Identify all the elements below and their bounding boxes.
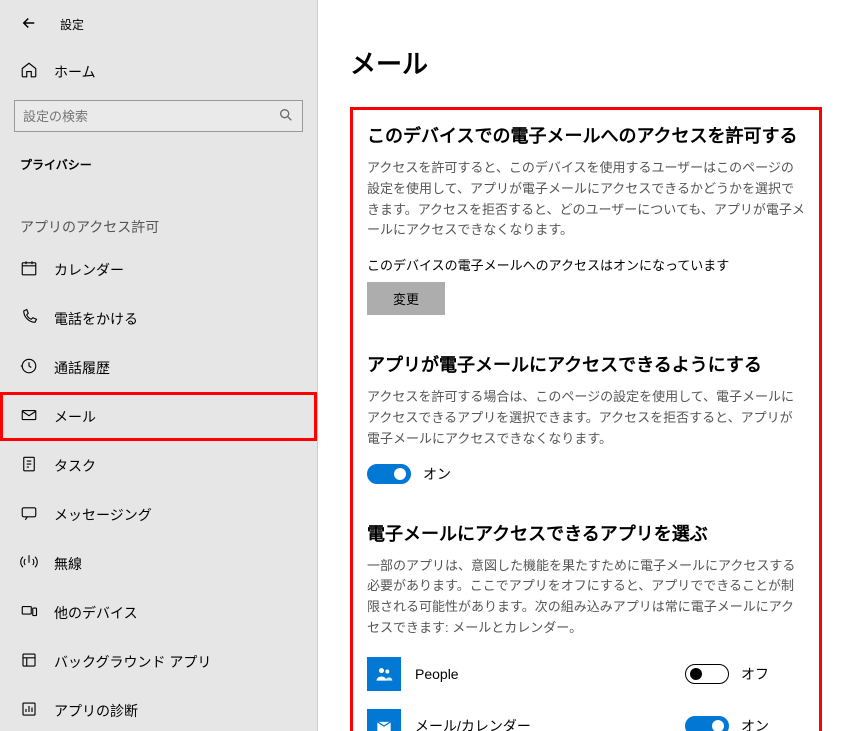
sidebar-item-messaging[interactable]: メッセージング xyxy=(0,490,317,539)
window-title: 設定 xyxy=(60,16,84,33)
home-icon xyxy=(20,61,38,82)
page-title: メール xyxy=(350,44,822,81)
phone-icon xyxy=(20,308,38,329)
nav-label: 電話をかける xyxy=(54,309,138,329)
sidebar-item-tasks[interactable]: タスク xyxy=(0,441,317,490)
sidebar-item-callhistory[interactable]: 通話履歴 xyxy=(0,343,317,392)
mail-icon xyxy=(20,406,38,427)
tasks-icon xyxy=(20,455,38,476)
group3-heading: 電子メールにアクセスできるアプリを選ぶ xyxy=(367,520,805,546)
people-toggle-label: オフ xyxy=(741,664,769,684)
diagnostics-icon xyxy=(20,700,38,721)
history-icon xyxy=(20,357,38,378)
change-button[interactable]: 変更 xyxy=(367,282,445,315)
background-icon xyxy=(20,651,38,672)
nav-label: 他のデバイス xyxy=(54,603,138,623)
people-icon xyxy=(367,657,401,691)
sidebar-item-background[interactable]: バックグラウンド アプリ xyxy=(0,637,317,686)
app-row-people: People オフ xyxy=(367,657,805,691)
nav-label: カレンダー xyxy=(54,260,124,280)
nav-label: 無線 xyxy=(54,554,82,574)
app-name-mailcal: メール/カレンダー xyxy=(415,716,685,731)
group1-status: このデバイスの電子メールへのアクセスはオンになっています xyxy=(367,255,805,274)
sidebar: 設定 ホーム プライバシー アプリのアクセス許可 カレンダー 電話をかける 通話… xyxy=(0,0,318,731)
nav-label: 通話履歴 xyxy=(54,358,110,378)
radio-icon xyxy=(20,553,38,574)
group3-body: 一部のアプリは、意図した機能を果たすために電子メールにアクセスする必要があります… xyxy=(367,556,805,639)
sidebar-item-mail[interactable]: メール xyxy=(0,392,317,441)
back-icon[interactable] xyxy=(20,14,38,35)
mailcal-toggle[interactable] xyxy=(685,716,729,731)
people-toggle[interactable] xyxy=(685,664,729,684)
sidebar-item-otherdevices[interactable]: 他のデバイス xyxy=(0,588,317,637)
sidebar-item-radio[interactable]: 無線 xyxy=(0,539,317,588)
app-row-mailcal: メール/カレンダー オン xyxy=(367,709,805,731)
nav-label: アプリの診断 xyxy=(54,701,138,721)
search-input[interactable] xyxy=(23,109,278,124)
nav-label: タスク xyxy=(54,456,96,476)
group-choose-apps: 電子メールにアクセスできるアプリを選ぶ 一部のアプリは、意図した機能を果たすため… xyxy=(367,520,805,731)
search-input-wrap[interactable] xyxy=(14,100,303,132)
sidebar-item-home[interactable]: ホーム xyxy=(0,49,317,94)
group-device-access: このデバイスでの電子メールへのアクセスを許可する アクセスを許可すると、このデバ… xyxy=(367,122,805,315)
group1-heading: このデバイスでの電子メールへのアクセスを許可する xyxy=(367,122,805,148)
home-label: ホーム xyxy=(54,62,96,82)
group2-heading: アプリが電子メールにアクセスできるようにする xyxy=(367,351,805,377)
nav-label: バックグラウンド アプリ xyxy=(54,652,211,672)
nav-label: メール xyxy=(54,407,96,427)
nav-label: メッセージング xyxy=(54,505,152,525)
app-name-people: People xyxy=(415,666,685,682)
group-app-access: アプリが電子メールにアクセスできるようにする アクセスを許可する場合は、このペー… xyxy=(367,351,805,483)
highlight-box: このデバイスでの電子メールへのアクセスを許可する アクセスを許可すると、このデバ… xyxy=(350,107,822,731)
group2-body: アクセスを許可する場合は、このページの設定を使用して、電子メールにアクセスできる… xyxy=(367,387,805,449)
content-area: メール このデバイスでの電子メールへのアクセスを許可する アクセスを許可すると、… xyxy=(318,0,854,731)
sidebar-item-calendar[interactable]: カレンダー xyxy=(0,245,317,294)
group1-body: アクセスを許可すると、このデバイスを使用するユーザーはこのページの設定を使用して… xyxy=(367,158,805,241)
sidebar-item-diagnostics[interactable]: アプリの診断 xyxy=(0,686,317,731)
apps-access-toggle[interactable] xyxy=(367,464,411,484)
devices-icon xyxy=(20,602,38,623)
mailcal-icon xyxy=(367,709,401,731)
apps-access-toggle-label: オン xyxy=(423,464,451,484)
messaging-icon xyxy=(20,504,38,525)
category-label: プライバシー xyxy=(0,146,317,193)
sidebar-item-call[interactable]: 電話をかける xyxy=(0,294,317,343)
permissions-header: アプリのアクセス許可 xyxy=(0,193,317,245)
calendar-icon xyxy=(20,259,38,280)
search-icon xyxy=(278,107,294,126)
mailcal-toggle-label: オン xyxy=(741,716,769,731)
